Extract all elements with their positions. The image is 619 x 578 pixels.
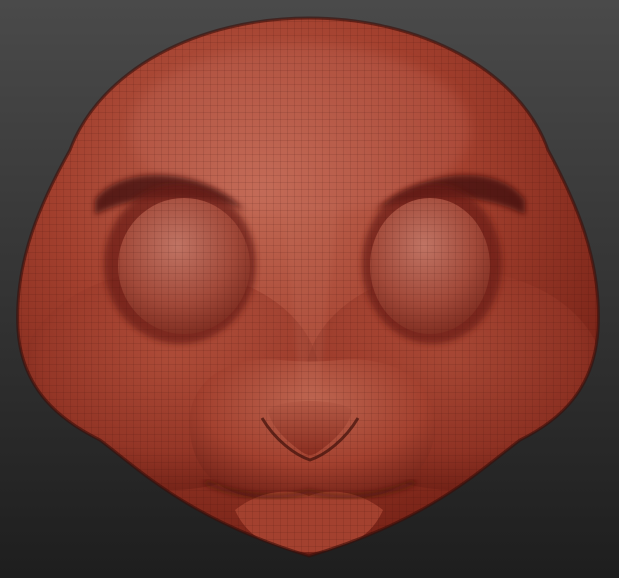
viewport-canvas[interactable] bbox=[0, 0, 619, 578]
3d-viewport[interactable] bbox=[0, 0, 619, 578]
